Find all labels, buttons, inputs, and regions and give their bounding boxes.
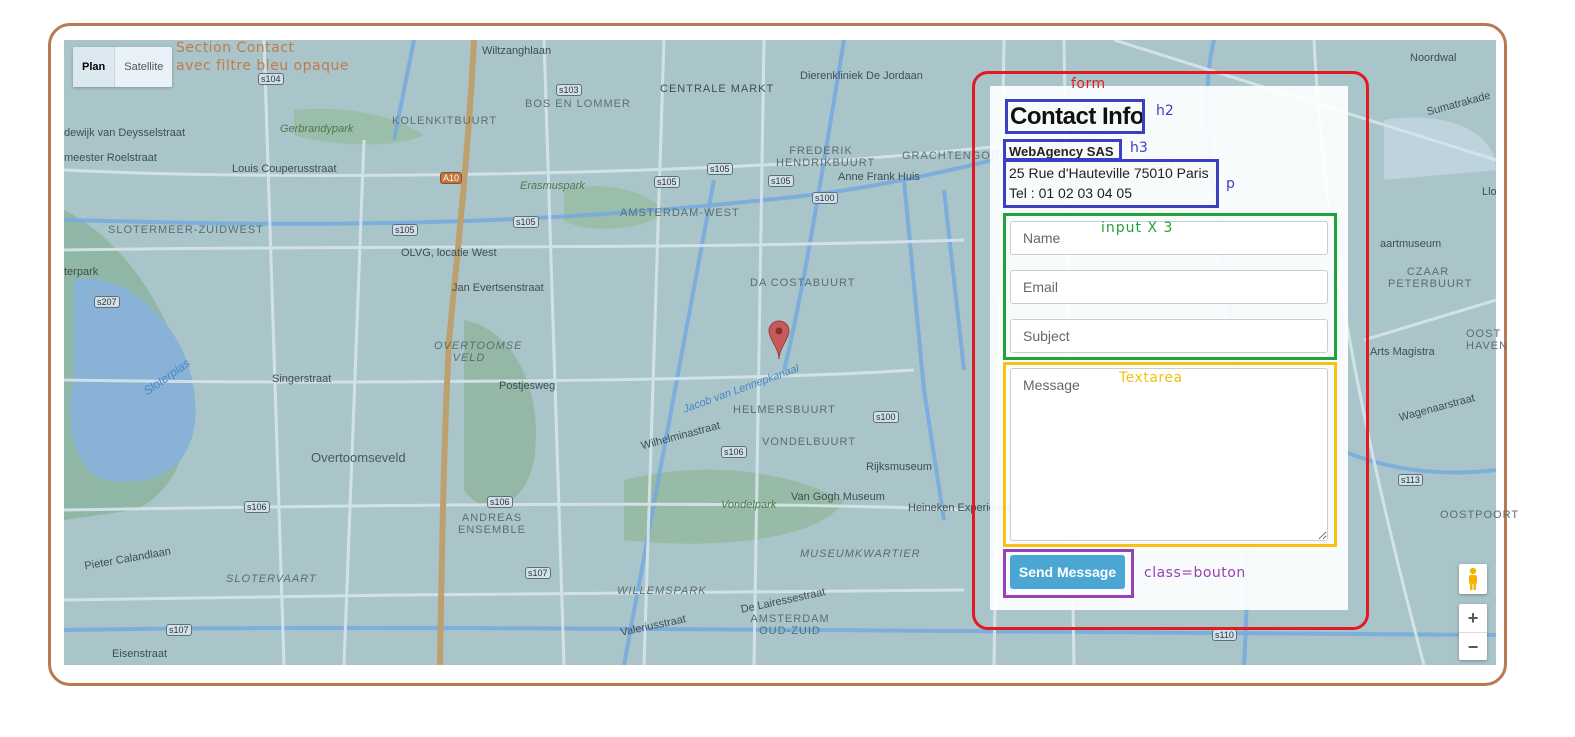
textarea-annotation-label: Textarea [1119,370,1183,386]
road-shield: s105 [392,224,418,236]
map-label: OVERTOOMSE VELD [434,340,523,364]
h3-annotation-box [1003,139,1122,161]
map-label: Dierenkliniek De Jordaan [800,70,923,82]
h2-annotation-box [1005,99,1145,134]
map-label: WILLEMSPARK [617,585,707,597]
road-shield: s107 [166,624,192,636]
section-annotation-text: Section Contact avec filtre bleu opaque [176,40,349,74]
button-annotation-label: class=bouton [1144,565,1246,581]
form-annotation-label: form [1071,76,1106,92]
map-label: OOSTPOORT [1440,509,1520,521]
map-label: CZAAR PETERBUURT [1388,266,1473,290]
p-annotation-label: p [1226,176,1235,192]
map-label: Noordwal [1410,52,1457,64]
h3-annotation-label: h3 [1130,140,1148,156]
map-label: OLVG, locatie West [401,247,497,259]
textarea-annotation-box [1003,362,1337,547]
road-shield: s106 [721,446,747,458]
map-label: dewijk van Deysselstraat [64,127,186,139]
map-label: CENTRALE MARKT [660,83,775,95]
map-label: Louis Couperusstraat [232,163,337,175]
map-label: Van Gogh Museum [791,491,885,503]
p-annotation-box [1003,159,1219,208]
road-shield: s113 [1398,474,1423,486]
section-annotation: Section Contact avec filtre bleu opaque [176,39,349,75]
map-label: Vondelpark [721,499,777,511]
map-label: Erasmuspark [520,180,585,192]
map-label: VONDELBUURT [762,436,856,448]
map-label: Anne Frank Huis [838,171,920,183]
map-label: FREDERIK HENDRIKBUURT [776,145,876,169]
road-shield: s103 [556,84,582,96]
map-label: Jan Evertsenstraat [452,282,544,294]
road-shield: s105 [707,163,733,175]
map-label: terpark [64,266,99,278]
map-type-plan[interactable]: Plan [73,47,115,87]
button-annotation-box [1003,549,1134,598]
road-shield: s105 [768,175,794,187]
map-type-satellite[interactable]: Satellite [114,47,172,87]
map-label: Eisenstraat [112,648,168,660]
map-label: HELMERSBUURT [733,404,836,416]
map-label: KOLENKITBUURT [392,115,498,127]
map-label: MUSEUMKWARTIER [800,548,921,560]
map-label: Overtoomseveld [311,450,406,465]
map-label: Singerstraat [272,373,332,385]
map-label: Postjesweg [499,380,556,392]
map-label: Rijksmuseum [866,461,933,473]
road-shield: s207 [94,296,120,308]
road-shield: s110 [1212,629,1237,641]
inputs-annotation-label: input X 3 [1101,220,1174,236]
map-label: DA COSTABUURT [750,277,856,289]
road-shield: A10 [440,172,463,184]
map-label: OOST HAVEN [1466,328,1509,352]
zoom-control: + − [1459,604,1487,660]
road-shield: s106 [487,496,513,508]
map-label: BOS EN LOMMER [525,98,631,110]
map-label: AMSTERDAM-WEST [620,207,740,219]
road-shield: s106 [244,501,270,513]
road-shield: s107 [525,567,551,579]
road-shield: s100 [812,192,838,204]
map-label: meester Roelstraat [64,152,157,164]
map-label: aartmuseum [1380,238,1442,250]
map-type-toggle: Plan Satellite [73,47,173,87]
road-shield: s105 [654,176,680,188]
map-label: Arts Magistra [1370,346,1435,358]
map-label: SLOTERMEER-ZUIDWEST [108,224,264,236]
map-label: ANDREAS ENSEMBLE [458,512,526,536]
map-label: Llo [1482,186,1497,198]
road-shield: s100 [873,411,899,423]
map-label: AMSTERDAM OUD-ZUID [750,613,830,637]
pegman-icon[interactable] [1459,564,1487,594]
map-label: SLOTERVAART [226,573,317,585]
zoom-out-icon[interactable]: − [1459,632,1487,661]
map-label: Wiltzanghlaan [482,45,552,57]
h2-annotation-label: h2 [1156,103,1174,119]
zoom-in-icon[interactable]: + [1459,604,1487,632]
map-pin-icon[interactable] [768,320,790,365]
map-label: Gerbrandypark [280,123,354,135]
road-shield: s105 [513,216,539,228]
